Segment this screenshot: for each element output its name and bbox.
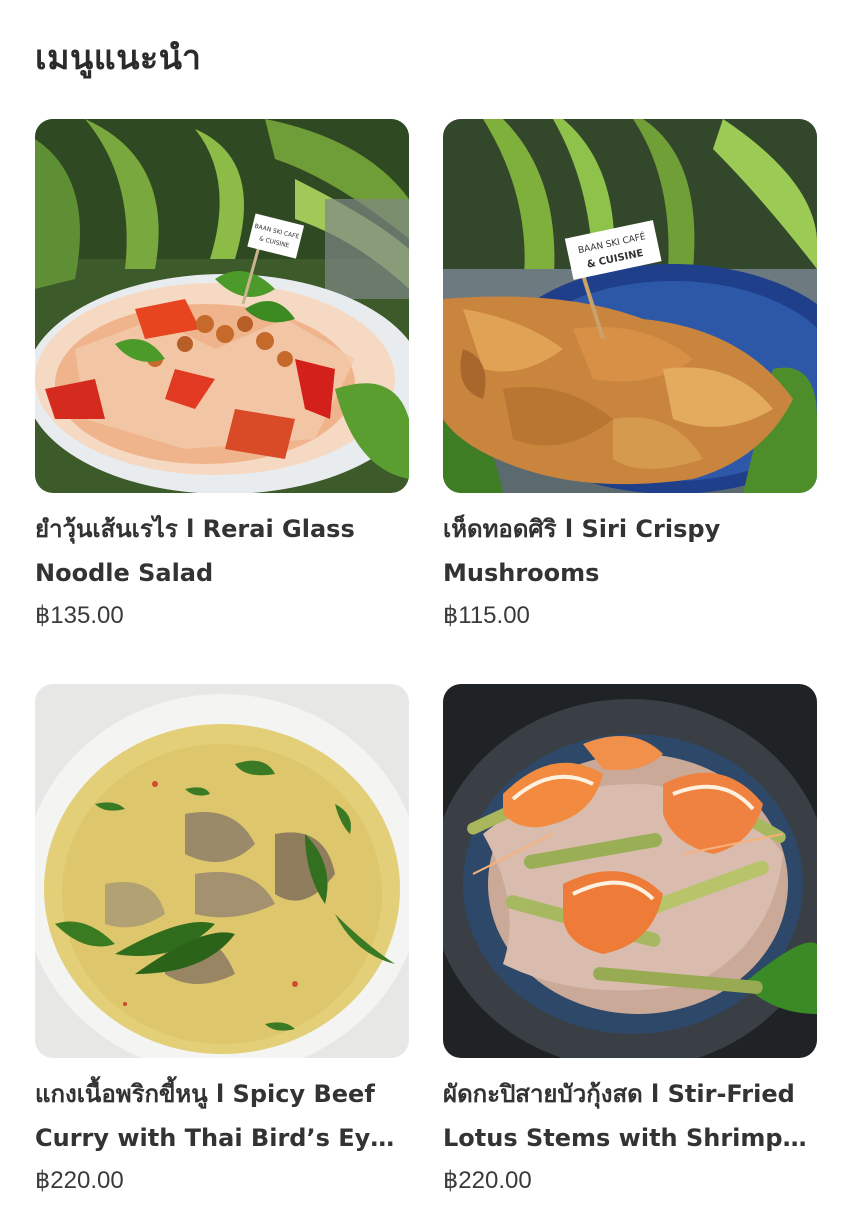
menu-item-card[interactable]: BAAN SKI CAFÉ & CUISINE เห็ดทอดศิริ l Si… — [443, 119, 817, 630]
crispy-mushrooms-photo[interactable]: BAAN SKI CAFÉ & CUISINE — [443, 119, 817, 493]
menu-item-name[interactable]: แกงเนื้อพริกขี้หนู l Spicy Beef Curry wi… — [35, 1072, 409, 1160]
menu-item-card[interactable]: ผัดกะปิสายบัวกุ้งสด l Stir-Fried Lotus S… — [443, 684, 817, 1195]
menu-item-price: ฿220.00 — [443, 1167, 532, 1194]
glass-noodle-salad-photo[interactable]: BAAN SKI CAFÉ & CUISINE — [35, 119, 409, 493]
menu-item-name[interactable]: เห็ดทอดศิริ l Siri Crispy Mushrooms — [443, 507, 817, 595]
lotus-stems-prawns-photo[interactable] — [443, 684, 817, 1058]
menu-item-price: ฿115.00 — [443, 602, 530, 629]
menu-item-price: ฿135.00 — [35, 602, 124, 629]
menu-item-name[interactable]: ยำวุ้นเส้นเรไร l Rerai Glass Noodle Sala… — [35, 507, 409, 595]
menu-item-card[interactable]: BAAN SKI CAFÉ & CUISINE ยำวุ้นเส้นเรไร l… — [35, 119, 409, 630]
menu-item-price: ฿220.00 — [35, 1167, 124, 1194]
menu-item-name[interactable]: ผัดกะปิสายบัวกุ้งสด l Stir-Fried Lotus S… — [443, 1072, 817, 1160]
green-beef-curry-photo[interactable] — [35, 684, 409, 1058]
page-title: เมนูแนะนำ — [35, 38, 202, 78]
menu-item-card[interactable]: แกงเนื้อพริกขี้หนู l Spicy Beef Curry wi… — [35, 684, 409, 1195]
